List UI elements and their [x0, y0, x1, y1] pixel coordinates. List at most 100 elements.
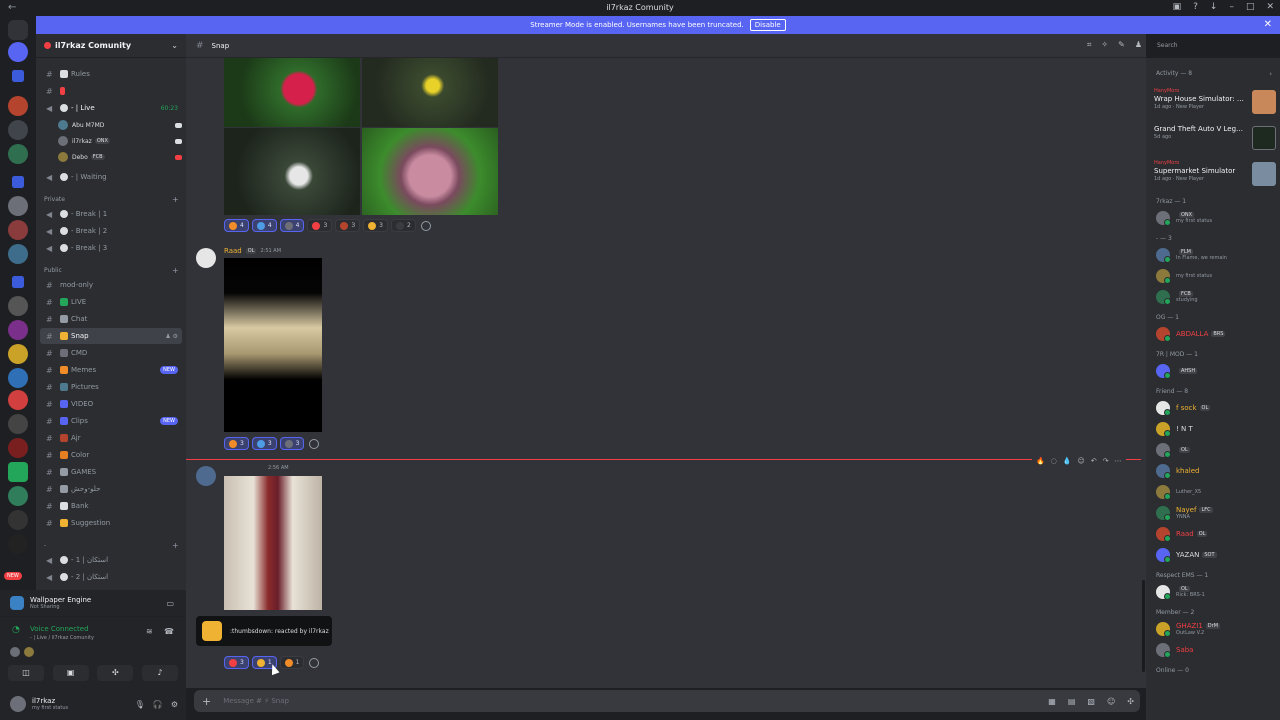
member-item[interactable]: ABDALLA BRS	[1156, 324, 1274, 344]
reaction-heart[interactable]: 3	[307, 219, 333, 232]
member-item[interactable]: AHSH	[1156, 361, 1274, 381]
reaction-dots[interactable]: 3	[279, 437, 305, 450]
microphone-icon[interactable]: 🎙	[135, 700, 145, 709]
channel-text[interactable]: #	[40, 83, 182, 99]
channel-item[interactable]: # Bank	[40, 498, 182, 514]
voice-user[interactable]: il7rkaz ONX	[58, 134, 182, 148]
member-item[interactable]: GHAZI1 DrM OutLaw V.2	[1156, 619, 1274, 639]
server-icon[interactable]	[8, 510, 28, 530]
category-private[interactable]: Private +	[44, 195, 179, 204]
channel-item[interactable]: # Suggestion	[40, 515, 182, 531]
reaction-dots[interactable]: 4	[279, 219, 305, 232]
activity-card[interactable]: Grand Theft Auto V Legacy 5d ago	[1154, 124, 1276, 154]
server-icon[interactable]	[8, 196, 28, 216]
voice-channel-break3[interactable]: ◀ - Break | 3	[40, 240, 182, 256]
image-pink-blossom[interactable]	[362, 128, 498, 215]
folder-icon[interactable]	[12, 70, 24, 82]
guild-header[interactable]: il7rkaz Comunity ⌄	[36, 34, 186, 58]
server-icon[interactable]	[8, 438, 28, 458]
reaction-fire[interactable]: 4	[224, 219, 249, 232]
discord-home-icon[interactable]	[8, 20, 28, 40]
member-item[interactable]: FLM In Flame, we remain	[1156, 245, 1274, 265]
channel-item[interactable]: # CMD	[40, 345, 182, 361]
screen-share-icon[interactable]: ▭	[166, 599, 174, 608]
reaction-dark[interactable]: 2	[390, 219, 416, 232]
gift-icon[interactable]: ▦	[1048, 697, 1056, 706]
pin-icon[interactable]: ✎	[1118, 40, 1125, 50]
voice-channel-live[interactable]: ◀ - | Live 60:23	[40, 100, 182, 116]
screen-share-button[interactable]: ▣	[52, 665, 89, 681]
server-icon[interactable]	[8, 368, 28, 388]
image-dark-landscape[interactable]	[224, 258, 322, 432]
activities-button[interactable]: ✣	[97, 665, 134, 681]
voice-user[interactable]: Abu M7MD	[58, 118, 182, 132]
reaction-fire[interactable]: 3	[224, 437, 249, 450]
reaction-drop-icon[interactable]: 💧	[1063, 457, 1072, 465]
image-dandelion[interactable]	[224, 128, 360, 215]
server-icon[interactable]	[8, 96, 28, 116]
member-item[interactable]: ONX my first status	[1156, 208, 1274, 228]
server-icon[interactable]	[8, 220, 28, 240]
image-yellow-flower[interactable]	[362, 58, 498, 127]
help-icon[interactable]: ?	[1193, 2, 1198, 12]
activity-card[interactable]: HanyMoro Wrap House Simulator: Pro... 1d…	[1154, 88, 1276, 118]
user-panel[interactable]: il7rkaz my first status 🎙 🎧 ⚙	[0, 688, 186, 720]
member-item[interactable]: Luther_X5	[1156, 482, 1274, 502]
voice-channel-break1[interactable]: ◀ - Break | 1	[40, 206, 182, 222]
member-item[interactable]: Saba	[1156, 640, 1274, 660]
channel-item[interactable]: # LIVE	[40, 294, 182, 310]
add-reaction-icon[interactable]	[309, 658, 320, 668]
notification-bell-icon[interactable]: ✧	[1101, 40, 1108, 50]
camera-button[interactable]: ◫	[8, 665, 44, 681]
reaction-drop[interactable]: 4	[251, 219, 277, 232]
reaction-drop[interactable]: 3	[251, 437, 277, 450]
download-icon[interactable]: ↓	[1210, 2, 1218, 12]
inbox-icon[interactable]: ▣	[1173, 2, 1182, 12]
channel-item[interactable]: # Pictures	[40, 379, 182, 395]
settings-gear-icon[interactable]: ⚙	[171, 700, 178, 709]
channel-settings-icon[interactable]: ♟ ⚙	[165, 333, 178, 340]
activity-card[interactable]: HanyMoro Supermarket Simulator 1d ago · …	[1154, 160, 1276, 190]
activity-panel[interactable]: Wallpaper Engine Not Sharing ▭	[0, 590, 186, 616]
channel-item[interactable]: # Chat	[40, 311, 182, 327]
sticker-icon[interactable]: ▧	[1087, 697, 1095, 706]
server-icon[interactable]	[8, 120, 28, 140]
voice-channel-waiting[interactable]: ◀ - | Waiting	[40, 169, 182, 185]
voice-user[interactable]: Debo FCB	[58, 150, 182, 164]
chevron-right-icon[interactable]: ›	[1269, 70, 1272, 78]
apps-icon[interactable]: ✣	[1127, 697, 1134, 706]
signal-icon[interactable]: ◔	[12, 625, 20, 635]
channel-item[interactable]: # mod-only	[40, 277, 182, 293]
avatar[interactable]	[196, 466, 216, 486]
channel-item[interactable]: # حلو-وحش	[40, 481, 182, 497]
member-item[interactable]: YAZAN SOT	[1156, 545, 1274, 565]
channel-item[interactable]: # Ajr	[40, 430, 182, 446]
reaction-fire-icon[interactable]: 🔥	[1036, 457, 1045, 465]
member-item[interactable]: f sock OL	[1156, 398, 1274, 418]
folder-icon[interactable]	[12, 276, 24, 288]
add-reaction-icon[interactable]	[309, 439, 320, 449]
reply-icon[interactable]: ↶	[1091, 457, 1097, 465]
disconnect-icon[interactable]: ☎	[164, 627, 174, 636]
voice-channel-1[interactable]: ◀ - 1 | استكان	[40, 552, 182, 568]
server-icon[interactable]	[8, 534, 28, 554]
channel-rules[interactable]: # Rules	[40, 66, 182, 82]
server-icon[interactable]	[8, 320, 28, 340]
minimize-button[interactable]: –	[1229, 2, 1234, 12]
member-item[interactable]: OL Rick: BRS-1	[1156, 582, 1274, 602]
reaction-eyes[interactable]: 3	[335, 219, 361, 232]
member-item[interactable]: khaled	[1156, 461, 1274, 481]
server-icon[interactable]	[8, 144, 28, 164]
channel-item[interactable]: # VIDEO	[40, 396, 182, 412]
member-item[interactable]: ! N T	[1156, 419, 1274, 439]
folder-icon[interactable]	[12, 176, 24, 188]
server-icon[interactable]	[8, 390, 28, 410]
channel-item[interactable]: # GAMES	[40, 464, 182, 480]
forward-icon[interactable]: ↷	[1103, 457, 1109, 465]
headphones-icon[interactable]: 🎧	[153, 700, 163, 709]
server-icon[interactable]	[8, 486, 28, 506]
channel-item[interactable]: # Snap ♟ ⚙	[40, 328, 182, 344]
voice-channel-2[interactable]: ◀ - 2 | استكان	[40, 569, 182, 585]
image-room-interior[interactable]	[224, 476, 322, 610]
scrollbar[interactable]	[1142, 580, 1145, 672]
